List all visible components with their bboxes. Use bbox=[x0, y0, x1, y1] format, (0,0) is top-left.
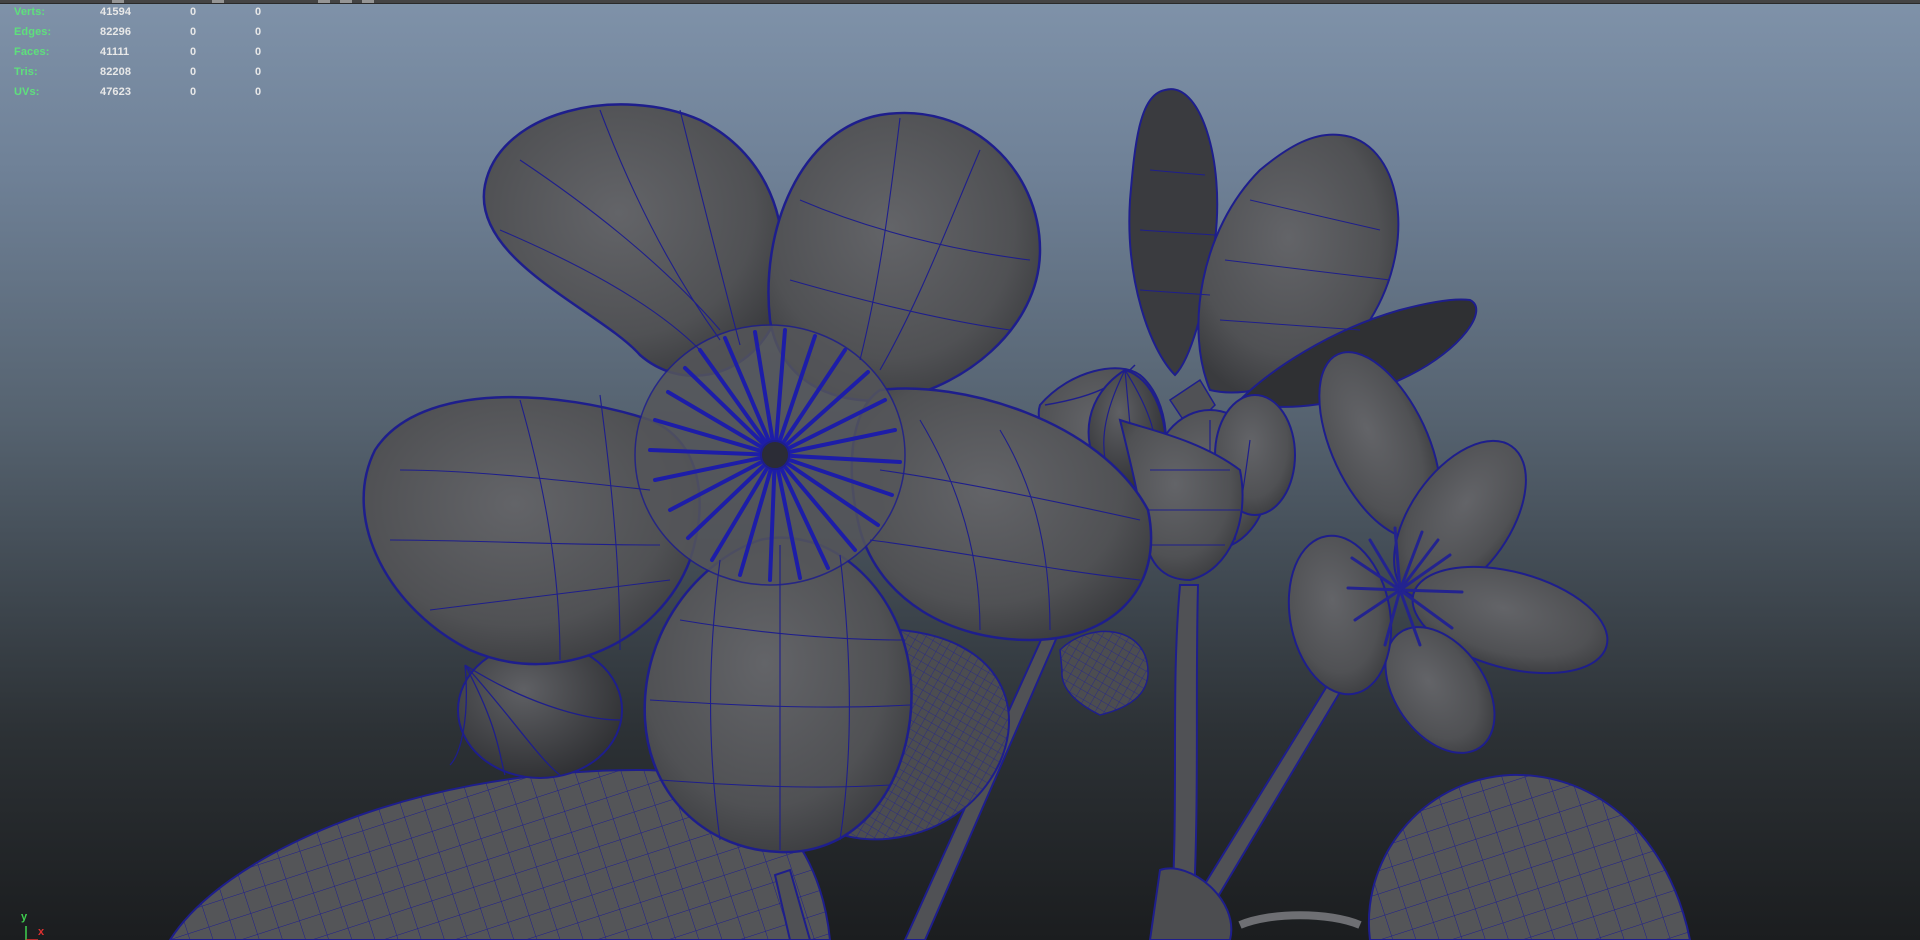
hud-label: UVs: bbox=[14, 86, 40, 98]
hud-label: Edges: bbox=[14, 26, 52, 38]
hud-value: 0 bbox=[190, 46, 197, 58]
hud-row-edges: Edges: 82296 0 0 bbox=[14, 22, 274, 42]
hud-value: 0 bbox=[190, 66, 197, 78]
axis-x-label: x bbox=[38, 926, 45, 938]
leaf-bottom-right bbox=[1367, 773, 1692, 940]
view-axis-gizmo: y x bbox=[12, 900, 62, 940]
hud-value: 0 bbox=[255, 66, 262, 78]
hud-value: 0 bbox=[255, 46, 262, 58]
maya-viewport[interactable]: Verts: 41594 0 0 Edges: 82296 0 0 Faces:… bbox=[0, 0, 1920, 940]
hud-value: 0 bbox=[190, 86, 197, 98]
hud-value: 82296 bbox=[100, 26, 132, 38]
hud-row-uvs: UVs: 47623 0 0 bbox=[14, 82, 274, 102]
hud-value: 0 bbox=[190, 6, 197, 18]
hud-value: 82208 bbox=[100, 66, 132, 78]
hud-row-verts: Verts: 41594 0 0 bbox=[14, 2, 274, 22]
hud-value: 0 bbox=[255, 26, 262, 38]
hud-value: 0 bbox=[255, 6, 262, 18]
hud-value: 41594 bbox=[100, 6, 132, 18]
hud-row-faces: Faces: 41111 0 0 bbox=[14, 42, 274, 62]
main-flower-center bbox=[760, 440, 790, 470]
poly-count-hud: Verts: 41594 0 0 Edges: 82296 0 0 Faces:… bbox=[14, 2, 274, 102]
hud-row-tris: Tris: 82208 0 0 bbox=[14, 62, 274, 82]
hud-value: 0 bbox=[255, 86, 262, 98]
hud-label: Tris: bbox=[14, 66, 38, 78]
hud-label: Verts: bbox=[14, 6, 46, 18]
axis-icon bbox=[25, 926, 38, 940]
hud-value: 47623 bbox=[100, 86, 132, 98]
axis-y-label: y bbox=[21, 911, 28, 923]
hud-value: 0 bbox=[190, 26, 197, 38]
flower-model-render[interactable] bbox=[0, 0, 1920, 940]
hud-value: 41111 bbox=[100, 46, 130, 58]
hud-label: Faces: bbox=[14, 46, 50, 58]
heart-mesh bbox=[1059, 630, 1149, 716]
